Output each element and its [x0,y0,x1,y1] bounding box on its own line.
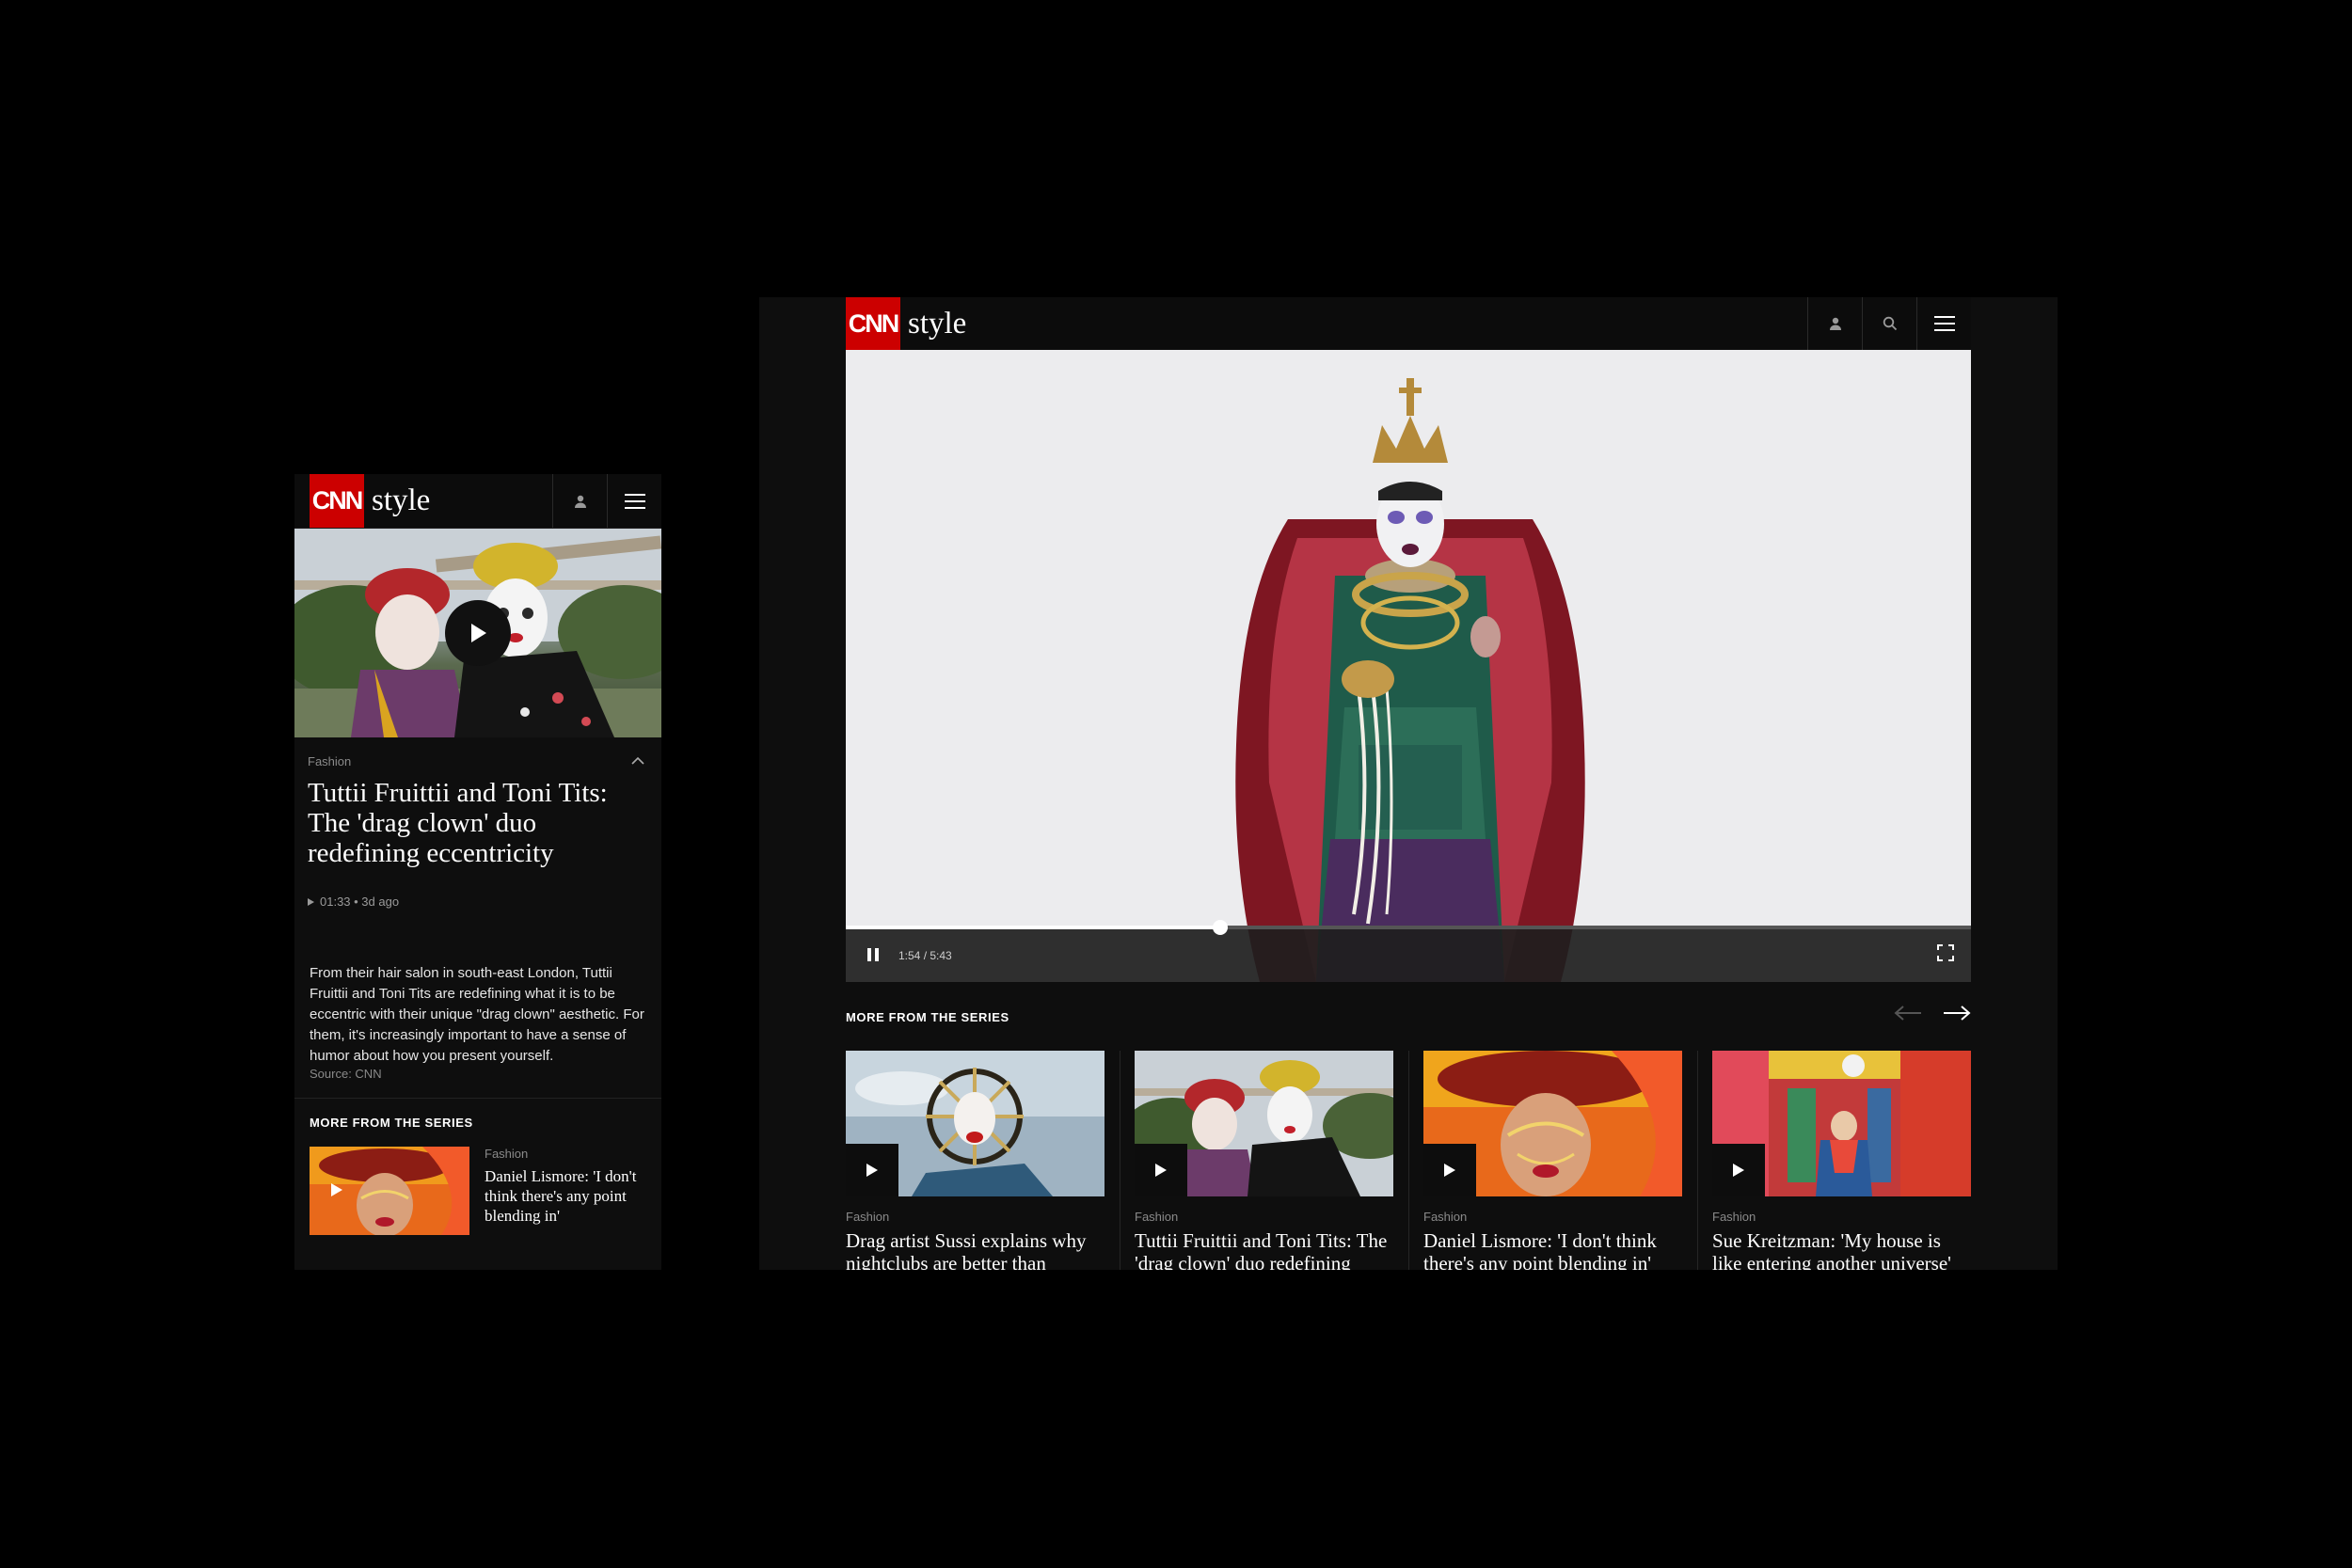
arrow-right-icon[interactable] [1943,1005,1971,1022]
series-card-kicker[interactable]: Fashion [1712,1210,1971,1224]
play-icon [1733,1164,1744,1177]
style-wordmark[interactable]: style [372,483,430,518]
chevron-up-icon[interactable] [631,756,644,765]
menu-button[interactable] [607,474,661,528]
fullscreen-icon[interactable] [1937,944,1954,961]
series-card-thumbnail[interactable] [310,1147,469,1235]
series-card-kicker[interactable]: Fashion [1423,1210,1682,1224]
cnn-logo[interactable]: CNN [846,297,900,350]
progress-bar[interactable] [846,920,1971,935]
series-card[interactable]: Fashion Drag artist Sussi explains why n… [846,1051,1104,1270]
carousel-arrows [1894,1005,1971,1022]
series-card-thumbnail[interactable] [1135,1051,1393,1196]
arrow-left-icon[interactable] [1894,1005,1922,1022]
series-card[interactable]: Fashion Daniel Lismore: 'I don't think t… [1408,1051,1682,1270]
play-button[interactable] [1712,1144,1765,1196]
series-card-title[interactable]: Drag artist Sussi explains why nightclub… [846,1229,1104,1270]
player-controls: 1:54 / 5:43 [846,920,1971,982]
series-card-title[interactable]: Daniel Lismore: 'I don't think there's a… [485,1166,646,1226]
series-carousel: Fashion Drag artist Sussi explains why n… [846,1051,1971,1270]
account-button[interactable] [552,474,607,528]
playback-time: 1:54 / 5:43 [898,949,952,962]
desktop-header: CNN style [846,297,1971,351]
progress-scrubber[interactable] [1213,920,1229,935]
series-heading: MORE FROM THE SERIES [310,1116,473,1130]
series-card-kicker[interactable]: Fashion [1135,1210,1393,1224]
style-wordmark[interactable]: style [908,307,966,341]
hamburger-icon [624,493,645,509]
progress-fill [846,926,1221,929]
play-button[interactable] [445,600,511,666]
series-card-kicker[interactable]: Fashion [846,1210,1104,1224]
article-meta: Fashion Tuttii Fruittii and Toni Tits: T… [294,737,661,909]
article-source: Source: CNN [310,1067,382,1081]
pause-icon[interactable] [865,946,882,963]
play-icon [471,624,486,642]
series-card[interactable]: Fashion Daniel Lismore: 'I don't think t… [310,1147,646,1235]
desktop-screen: CNN style 1:54 / 5:43 MORE FROM THE SERI… [759,297,2058,1270]
drag-queen-video-frame [846,350,1971,982]
search-icon [1883,316,1897,331]
duration-text: 01:33 • 3d ago [320,895,400,909]
search-button[interactable] [1862,297,1916,350]
hamburger-icon [1933,316,1955,331]
play-button[interactable] [1423,1144,1476,1196]
series-card[interactable]: Fashion Sue Kreitzman: 'My house is like… [1697,1051,1971,1270]
play-button[interactable] [1135,1144,1187,1196]
series-card-thumbnail[interactable] [846,1051,1104,1196]
series-card-title[interactable]: Daniel Lismore: 'I don't think there's a… [1423,1229,1682,1270]
series-card-title[interactable]: Sue Kreitzman: 'My house is like enterin… [1712,1229,1971,1270]
series-card[interactable]: Fashion Tuttii Fruittii and Toni Tits: T… [1120,1051,1393,1270]
mobile-header: CNN style [294,474,661,529]
account-button[interactable] [1807,297,1862,350]
play-icon [866,1164,878,1177]
article-title: Tuttii Fruittii and Toni Tits: The 'drag… [308,778,608,868]
play-icon[interactable] [330,1182,343,1197]
cnn-logo[interactable]: CNN [310,474,364,528]
user-icon [1829,317,1841,330]
series-card-thumbnail[interactable] [1423,1051,1682,1196]
play-small-icon [308,897,314,906]
series-card-thumbnail[interactable] [1712,1051,1971,1196]
series-heading: MORE FROM THE SERIES [846,1010,1009,1024]
article-description: From their hair salon in south-east Lond… [310,965,644,1064]
series-card-title[interactable]: Tuttii Fruittii and Toni Tits: The 'drag… [1135,1229,1393,1270]
user-icon [574,495,586,508]
play-icon [1155,1164,1167,1177]
play-button[interactable] [846,1144,898,1196]
divider [294,1098,661,1099]
play-icon [1444,1164,1455,1177]
menu-button[interactable] [1916,297,1971,350]
article-kicker[interactable]: Fashion [308,754,646,768]
mobile-screen: CNN style Fashion Tuttii Fruittii and To… [294,474,661,1270]
video-duration: 01:33 • 3d ago [308,895,646,909]
video-player[interactable]: 1:54 / 5:43 [846,350,1971,982]
video-thumbnail[interactable] [294,529,661,737]
series-card-kicker[interactable]: Fashion [485,1147,646,1161]
